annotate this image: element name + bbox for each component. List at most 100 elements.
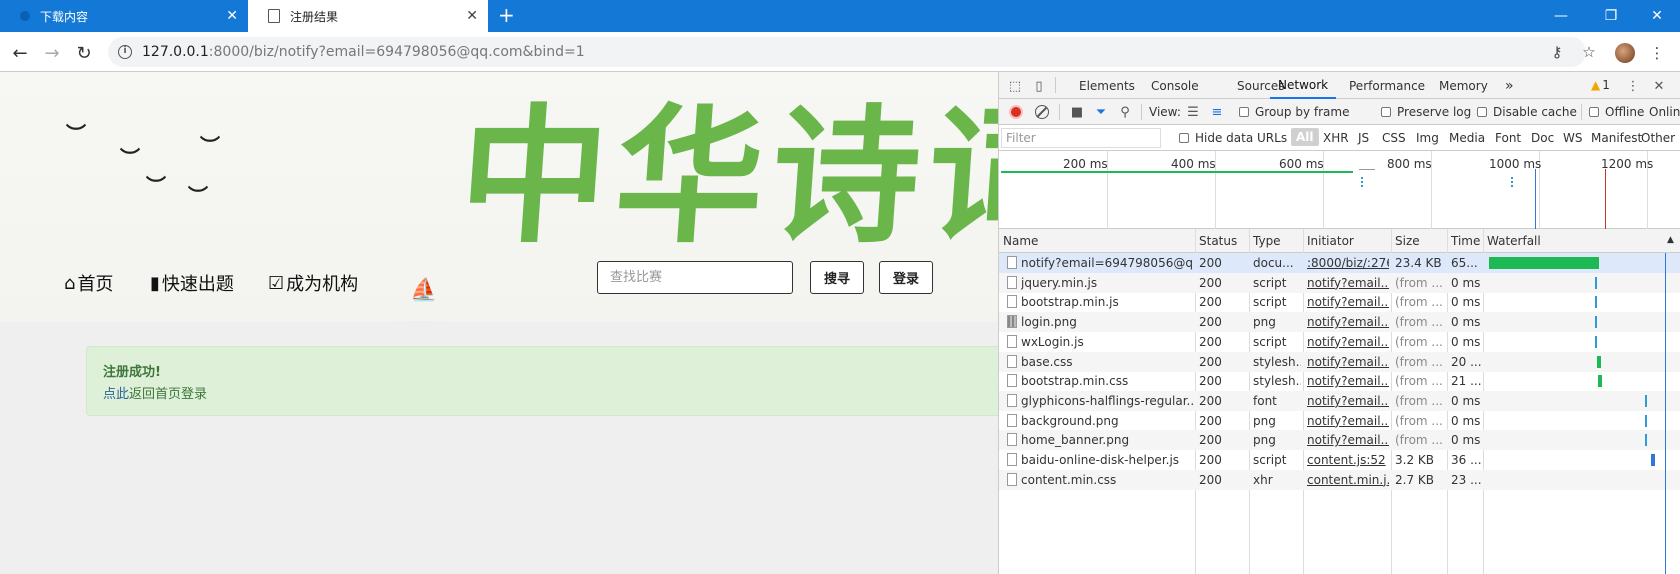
warning-badge[interactable]: ▲ 1 xyxy=(1591,78,1610,92)
column-initiator[interactable]: Initiator xyxy=(1307,234,1354,248)
column-type[interactable]: Type xyxy=(1253,234,1281,248)
more-tabs-icon[interactable]: » xyxy=(1505,72,1514,99)
hide-data-urls-checkbox[interactable]: Hide data URLs xyxy=(1179,131,1287,145)
address-bar[interactable]: i 127.0.0.1:8000/biz/notify?email=694798… xyxy=(108,37,1596,67)
close-icon[interactable]: ✕ xyxy=(1651,78,1667,94)
window-close-button[interactable]: ✕ xyxy=(1632,0,1680,32)
cell-name: bootstrap.min.css xyxy=(1021,374,1129,389)
cell-initiator[interactable]: content.js:52 xyxy=(1307,453,1389,467)
checkbox[interactable] xyxy=(1477,107,1487,117)
search-button[interactable]: 搜寻 xyxy=(810,261,864,294)
file-icon xyxy=(1007,413,1017,427)
forward-arrow-icon[interactable]: → xyxy=(40,41,64,65)
tab-elements[interactable]: Elements xyxy=(1079,72,1135,99)
search-icon[interactable]: ⚲ xyxy=(1117,104,1133,120)
table-row[interactable]: bootstrap.min.js 200 script notify?email...… xyxy=(999,292,1680,312)
table-row[interactable]: glyphicons-halflings-regular.... 200 font n… xyxy=(999,390,1680,411)
filter-js[interactable]: JS xyxy=(1358,131,1369,145)
filter-media[interactable]: Media xyxy=(1449,131,1485,145)
cell-initiator[interactable]: :8000/biz/:276 xyxy=(1307,256,1389,270)
avatar[interactable] xyxy=(1615,43,1635,63)
info-icon[interactable]: i xyxy=(118,45,132,59)
cell-initiator[interactable]: notify?email... xyxy=(1307,355,1389,369)
camera-icon[interactable]: ■ xyxy=(1069,104,1085,120)
waterfall-view-icon[interactable]: ≡ xyxy=(1209,104,1225,120)
table-row[interactable]: notify?email=694798056@qq... 200 docu...:8… xyxy=(999,253,1680,273)
nav-quick-quiz[interactable]: ▮ 快速出题 xyxy=(150,270,234,296)
column-status[interactable]: Status xyxy=(1199,234,1237,248)
filter-font[interactable]: Font xyxy=(1495,131,1521,145)
record-button[interactable] xyxy=(1009,105,1023,119)
key-icon[interactable]: ⚷ xyxy=(1548,43,1566,61)
checkbox[interactable] xyxy=(1589,107,1599,117)
alert-link[interactable]: 点此 xyxy=(103,387,129,402)
table-row[interactable]: wxLogin.js 200 script notify?email... (from … xyxy=(999,332,1680,352)
table-row[interactable]: baidu-online-disk-helper.js 200 script cont… xyxy=(999,450,1680,470)
filter-xhr[interactable]: XHR xyxy=(1323,131,1349,145)
offline-checkbox[interactable]: Offline xyxy=(1589,105,1644,119)
new-tab-button[interactable]: + xyxy=(498,5,515,25)
back-arrow-icon[interactable]: ← xyxy=(8,41,32,65)
table-row[interactable]: base.css 200 stylesh... notify?email... (fro… xyxy=(999,351,1680,372)
tab-downloads[interactable]: 下载内容 ✕ xyxy=(0,0,248,32)
filter-ws[interactable]: WS xyxy=(1563,131,1582,145)
tab-register-result[interactable]: 注册结果 ✕ xyxy=(248,0,488,32)
checkbox[interactable] xyxy=(1381,107,1391,117)
table-row[interactable]: background.png 200 png notify?email... (from… xyxy=(999,411,1680,431)
close-icon[interactable]: ✕ xyxy=(466,8,478,24)
device-toolbar-icon[interactable]: ▯ xyxy=(1031,78,1047,94)
cell-initiator[interactable]: notify?email... xyxy=(1307,335,1389,349)
cell-initiator[interactable]: notify?email... xyxy=(1307,414,1389,428)
table-row[interactable]: home_banner.png 200 png notify?email... (fro… xyxy=(999,430,1680,451)
tab-performance[interactable]: Performance xyxy=(1349,72,1425,99)
cell-initiator[interactable]: notify?email... xyxy=(1307,374,1389,388)
disable-cache-checkbox[interactable]: Disable cache xyxy=(1477,105,1577,119)
tab-memory[interactable]: Memory xyxy=(1439,72,1488,99)
column-size[interactable]: Size xyxy=(1395,234,1420,248)
table-row[interactable]: content.min.css 200 xhr content.min.j... 2.7… xyxy=(999,469,1680,490)
column-waterfall[interactable]: Waterfall xyxy=(1487,234,1541,248)
tab-network[interactable]: Network xyxy=(1270,72,1337,99)
cell-initiator[interactable]: notify?email... xyxy=(1307,276,1389,290)
checkbox[interactable] xyxy=(1179,133,1189,143)
filter-input[interactable] xyxy=(1001,128,1161,148)
close-icon[interactable]: ✕ xyxy=(226,8,238,24)
list-view-icon[interactable]: ☰ xyxy=(1185,104,1201,120)
column-time[interactable]: Time xyxy=(1451,234,1480,248)
filter-css[interactable]: CSS xyxy=(1382,131,1406,145)
tab-console[interactable]: Console xyxy=(1151,72,1199,99)
filter-other[interactable]: Other xyxy=(1641,131,1675,145)
cell-initiator[interactable]: notify?email... xyxy=(1307,433,1389,447)
minimize-button[interactable]: — xyxy=(1536,0,1586,32)
nav-become-org[interactable]: ☑ 成为机构 xyxy=(268,270,358,296)
clear-icon[interactable] xyxy=(1035,105,1049,119)
cell-initiator[interactable]: notify?email... xyxy=(1307,394,1389,408)
kebab-menu-icon[interactable]: ⋮ xyxy=(1625,78,1641,94)
star-icon[interactable]: ☆ xyxy=(1580,43,1598,61)
group-by-frame-checkbox[interactable]: Group by frame xyxy=(1239,105,1349,119)
nav-home[interactable]: ⌂ 首页 xyxy=(64,270,113,296)
filter-icon[interactable]: ⏷ xyxy=(1093,104,1109,120)
reload-icon[interactable]: ↻ xyxy=(72,41,96,65)
cell-initiator[interactable]: notify?email... xyxy=(1307,315,1389,329)
sort-arrow-icon[interactable]: ▲ xyxy=(1667,235,1674,245)
table-row[interactable]: bootstrap.min.css 200 stylesh... notify?ema… xyxy=(999,371,1680,391)
filter-manifest[interactable]: Manifest xyxy=(1591,131,1642,145)
login-button[interactable]: 登录 xyxy=(879,261,933,294)
cell-initiator[interactable]: content.min.j... xyxy=(1307,473,1389,487)
cell-time: 0 ms xyxy=(1451,315,1481,330)
preserve-log-checkbox[interactable]: Preserve log xyxy=(1381,105,1471,119)
cell-initiator[interactable]: notify?email... xyxy=(1307,295,1389,309)
table-row[interactable]: login.png 200 png notify?email... (from ... 0… xyxy=(999,312,1680,333)
menu-icon[interactable]: ⋮ xyxy=(1648,44,1666,62)
restore-button[interactable]: ❐ xyxy=(1586,0,1636,32)
filter-img[interactable]: Img xyxy=(1416,131,1439,145)
network-overview[interactable]: 200 ms 400 ms 600 ms 800 ms 1000 ms 1200… xyxy=(999,151,1680,229)
checkbox[interactable] xyxy=(1239,107,1249,117)
inspect-icon[interactable]: ⬚ xyxy=(1007,78,1023,94)
table-row[interactable]: jquery.min.js 200 script notify?email... (fr… xyxy=(999,272,1680,293)
filter-doc[interactable]: Doc xyxy=(1531,131,1554,145)
throttling-select[interactable]: Online xyxy=(1649,105,1680,119)
column-name[interactable]: Name xyxy=(1003,234,1038,248)
search-input[interactable] xyxy=(597,261,793,294)
